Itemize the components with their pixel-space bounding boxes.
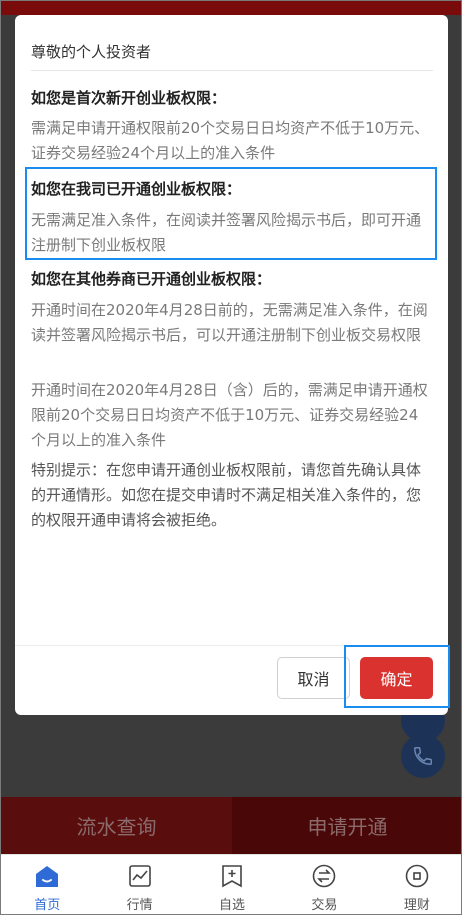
tab-market[interactable]: 行情 [93, 855, 185, 914]
bottom-action-bar: 流水查询 申请开通 [1, 797, 461, 854]
tab-trade[interactable]: 交易 [278, 855, 370, 914]
dialog-greeting: 尊敬的个人投资者 [31, 43, 152, 61]
section-other-broker-body: 开通时间在2020年4月28日前的，无需满足准入条件，在阅读并签署风险揭示书后，… [31, 301, 428, 344]
tab-home[interactable]: 首页 [1, 855, 93, 914]
header-bar [1, 1, 461, 15]
highlight-box-existing-section [25, 167, 437, 260]
phone-call-button[interactable] [401, 734, 445, 778]
divider [31, 70, 433, 71]
chart-icon [125, 861, 155, 891]
transaction-history-button[interactable]: 流水查询 [1, 797, 232, 854]
tab-label: 理财 [403, 898, 430, 913]
gem-permission-dialog: 尊敬的个人投资者 如您是首次新开创业板权限： 需满足申请开通权限前20个交易日日… [15, 15, 448, 715]
tab-label: 交易 [311, 898, 338, 913]
cancel-button[interactable]: 取消 [277, 657, 350, 699]
phone-icon [414, 747, 432, 765]
section-first-time-body: 需满足申请开通权限前20个交易日日均资产不低于10万元、证券交易经验24个月以上… [31, 119, 430, 162]
tab-label: 自选 [219, 898, 246, 913]
tab-label: 首页 [34, 898, 61, 913]
tab-watchlist[interactable]: 自选 [186, 855, 278, 914]
app-screen: 流水查询 申请开通 首页 行情 自选 交易 理财 尊敬的个人投资者 如您是首次新… [0, 0, 462, 915]
highlight-box-confirm [344, 645, 450, 708]
add-favorite-icon [217, 861, 247, 891]
special-notice: 特别提示：在您申请开通创业板权限前，请您首先确认具体的开通情形。如您在提交申请时… [31, 461, 422, 529]
section-first-time-heading: 如您是首次新开创业板权限： [31, 89, 227, 107]
tab-label: 行情 [126, 898, 153, 913]
section-other-broker-body-2: 开通时间在2020年4月28日（含）后的，需满足申请开通权限前20个交易日日均资… [31, 381, 428, 449]
section-other-broker-heading: 如您在其他券商已开通创业板权限： [31, 270, 272, 288]
exchange-icon [309, 861, 339, 891]
bottom-tab-bar: 首页 行情 自选 交易 理财 [1, 854, 461, 914]
home-icon [32, 861, 62, 891]
apply-open-button[interactable]: 申请开通 [232, 797, 461, 854]
tab-wealth[interactable]: 理财 [371, 855, 461, 914]
wealth-icon [402, 861, 432, 891]
